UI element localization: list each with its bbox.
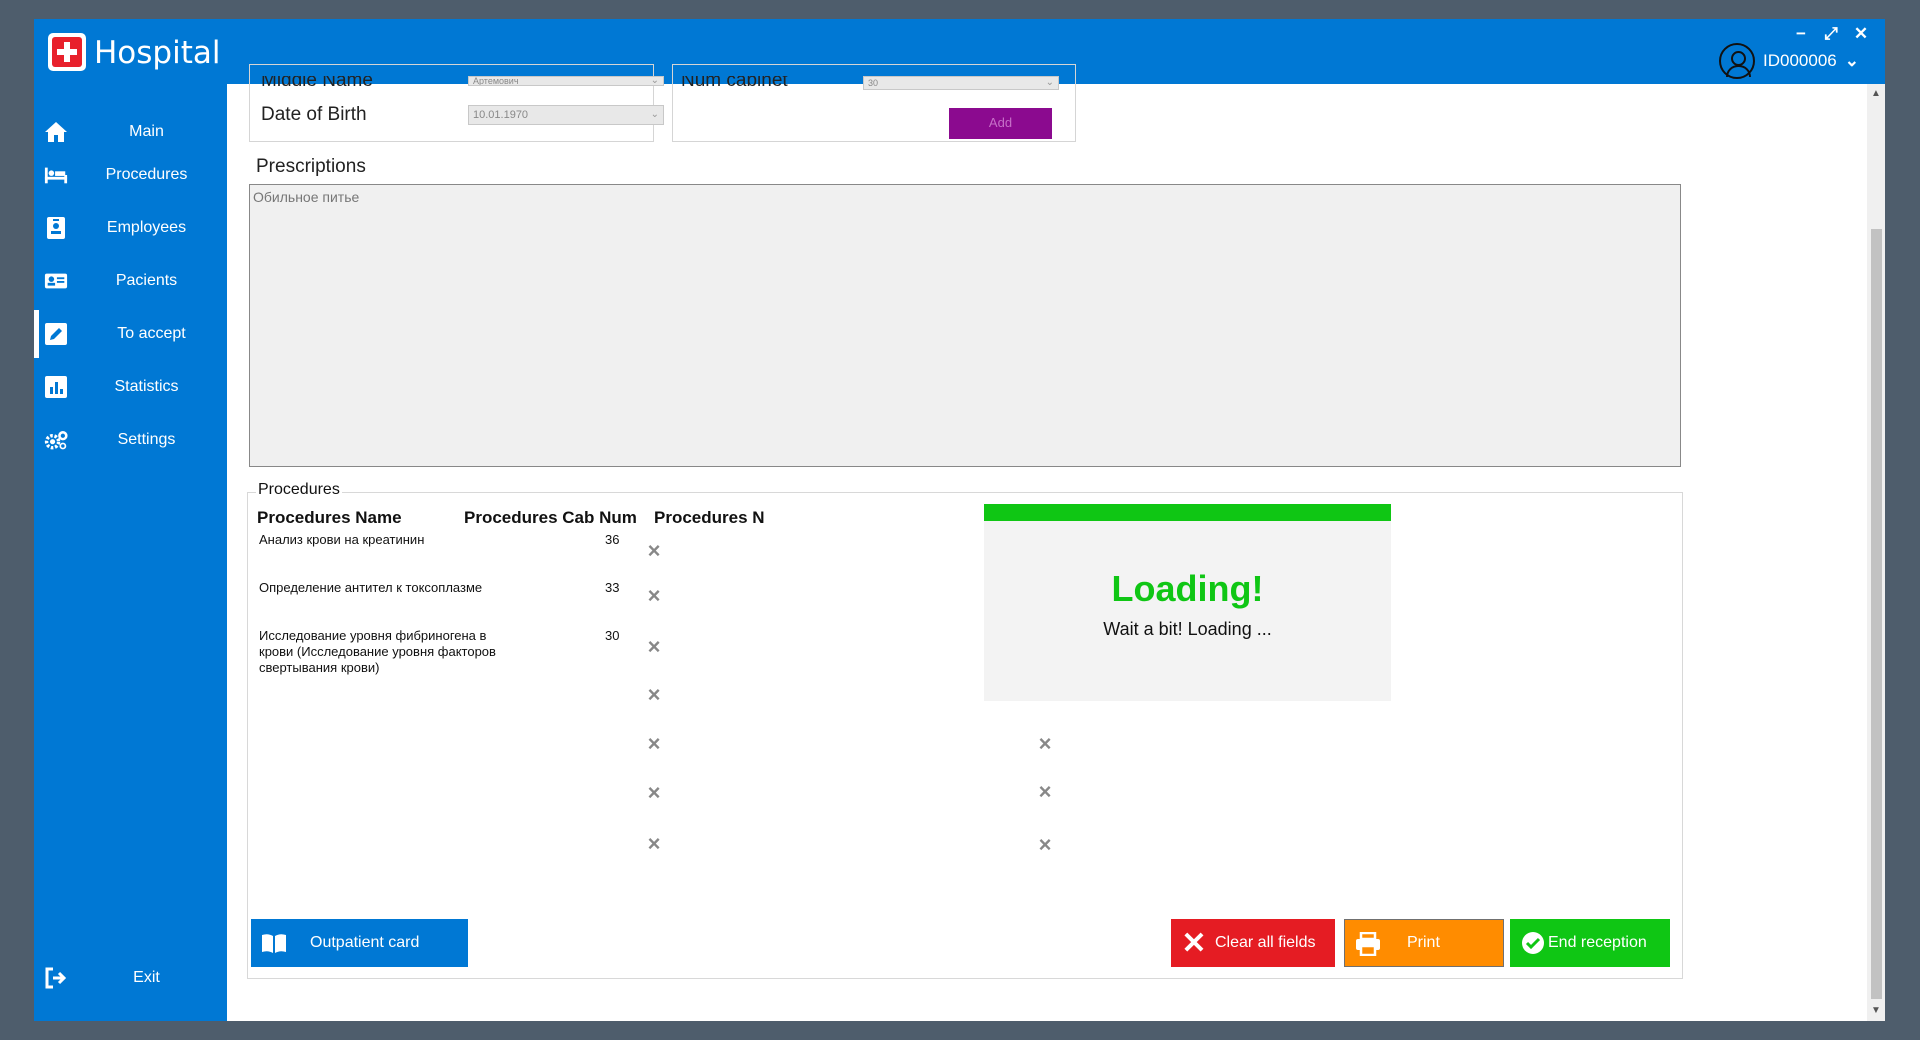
id-card-icon	[44, 269, 68, 293]
loading-dialog: Loading! Wait a bit! Loading ...	[984, 504, 1391, 701]
scroll-down-icon[interactable]: ▼	[1867, 1003, 1885, 1019]
procedure-name: Анализ крови на креатинин	[259, 532, 425, 547]
col-procedures-name: Procedures Name	[257, 508, 402, 527]
procedures-group-label: Procedures	[256, 481, 342, 499]
loading-progress-bar	[984, 504, 1391, 521]
print-button[interactable]: Print	[1344, 919, 1504, 967]
chevron-down-icon: ⌄	[650, 109, 659, 120]
delete-row-icon[interactable]: ×	[644, 833, 664, 855]
sidebar-item-label: Employees	[106, 219, 187, 236]
sidebar: Main Procedures Employees Pacients To ac…	[34, 84, 227, 1021]
dob-field[interactable]: 10.01.1970 ⌄	[468, 105, 664, 125]
sidebar-item-to-accept[interactable]: To accept	[34, 310, 227, 358]
scrollbar-thumb[interactable]	[1871, 229, 1882, 999]
procedure-cab: 33	[605, 580, 620, 595]
sidebar-item-label: To accept	[117, 325, 186, 342]
edit-icon	[44, 322, 68, 346]
hospital-logo-icon	[48, 33, 86, 71]
dob-label: Date of Birth	[261, 104, 367, 125]
prescriptions-text: Обильное питье	[253, 189, 360, 205]
sidebar-item-label: Settings	[117, 431, 176, 448]
sidebar-item-label: Main	[129, 123, 164, 140]
app-window: Hospital − ⤢ ✕ ID000006 ⌄ Main Procedure…	[34, 19, 1885, 1021]
sidebar-item-label: Pacients	[115, 272, 178, 289]
user-id: ID000006	[1763, 51, 1837, 70]
chevron-down-icon: ⌄	[1844, 51, 1859, 70]
chevron-down-icon: ⌄	[650, 76, 659, 86]
sidebar-item-employees[interactable]: Employees	[34, 204, 227, 252]
sidebar-item-statistics[interactable]: Statistics	[34, 363, 227, 411]
procedures-group	[247, 492, 1683, 979]
printer-icon	[1355, 931, 1381, 957]
num-cabinet-label: Num cabinet	[681, 76, 788, 91]
procedure-cab: 36	[605, 532, 620, 547]
num-cabinet-field[interactable]: 30 ⌄	[863, 76, 1059, 90]
exit-label: Exit	[133, 969, 160, 986]
delete-row-icon[interactable]: ×	[644, 782, 664, 804]
sidebar-item-exit[interactable]: Exit	[34, 954, 227, 1002]
user-avatar-icon	[1719, 43, 1756, 79]
user-menu[interactable]: ID000006 ⌄	[1719, 43, 1859, 79]
prescriptions-label: Prescriptions	[256, 156, 366, 177]
vertical-scrollbar[interactable]: ▲ ▼	[1867, 84, 1885, 1021]
bed-icon	[44, 163, 68, 187]
sidebar-item-main[interactable]: Main	[34, 108, 227, 156]
delete-row-icon[interactable]: ×	[644, 540, 664, 562]
delete-row-icon[interactable]: ×	[644, 636, 664, 658]
sidebar-item-pacients[interactable]: Pacients	[34, 257, 227, 305]
delete-row-icon[interactable]: ×	[1035, 733, 1055, 755]
procedure-cab: 30	[605, 628, 620, 643]
col-procedures-cab-num: Procedures Cab Num	[464, 508, 637, 527]
loading-title: Loading!	[1111, 568, 1264, 609]
procedure-name: Определение антител к токсоплазме	[259, 580, 483, 595]
add-button[interactable]: Add	[949, 108, 1052, 139]
col-procedures-n: Procedures N	[654, 508, 765, 527]
scroll-up-icon[interactable]: ▲	[1867, 86, 1885, 102]
delete-row-icon[interactable]: ×	[1035, 834, 1055, 856]
delete-row-icon[interactable]: ×	[644, 684, 664, 706]
middle-name-label: Middle Name	[261, 76, 373, 91]
sidebar-item-procedures[interactable]: Procedures	[34, 151, 227, 199]
middle-name-field[interactable]: Артемович ⌄	[468, 76, 664, 86]
delete-row-icon[interactable]: ×	[1035, 781, 1055, 803]
delete-row-icon[interactable]: ×	[644, 733, 664, 755]
chevron-down-icon: ⌄	[1045, 77, 1054, 88]
chart-icon	[44, 375, 68, 399]
clear-all-fields-button[interactable]: ✕ Clear all fields	[1171, 919, 1335, 967]
sidebar-item-label: Procedures	[105, 166, 188, 183]
exit-icon	[44, 966, 68, 990]
close-icon: ✕	[1181, 926, 1207, 960]
end-reception-button[interactable]: End reception	[1510, 919, 1670, 967]
gears-icon	[44, 428, 68, 452]
book-icon	[261, 930, 287, 956]
loading-message: Wait a bit! Loading ...	[1103, 619, 1272, 639]
sidebar-item-settings[interactable]: Settings	[34, 416, 227, 464]
procedure-name: Исследование уровня фибриногена в крови …	[259, 628, 496, 675]
check-circle-icon	[1520, 930, 1546, 956]
app-title: Hospital	[94, 35, 221, 71]
prescriptions-textarea[interactable]: Обильное питье	[249, 184, 1681, 467]
badge-icon	[44, 216, 68, 240]
home-icon	[44, 120, 68, 144]
delete-row-icon[interactable]: ×	[644, 585, 664, 607]
outpatient-card-button[interactable]: Outpatient card	[251, 919, 468, 967]
sidebar-item-label: Statistics	[114, 378, 179, 395]
main-content: Middle Name Артемович ⌄ Date of Birth 10.…	[227, 64, 1885, 1021]
